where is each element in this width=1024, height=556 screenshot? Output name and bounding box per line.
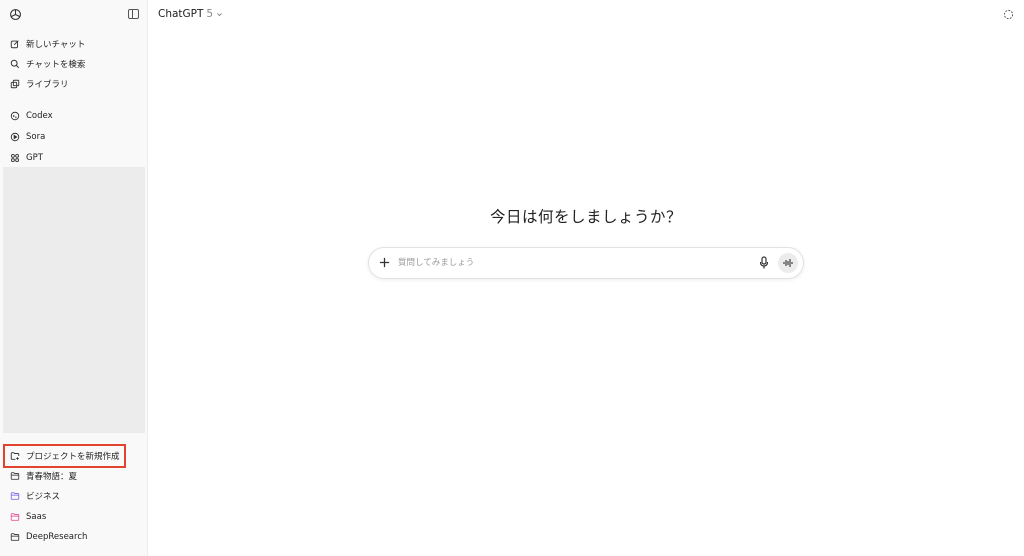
highlight-box bbox=[3, 444, 126, 468]
chevron-down-icon bbox=[217, 12, 223, 16]
app-window: 新しいチャット チャットを検索 ライブラリ Codex Sora GPT プロジ… bbox=[0, 0, 1024, 556]
prompt-input[interactable] bbox=[398, 255, 738, 271]
sidebar-item-new-chat[interactable]: 新しいチャット bbox=[6, 35, 142, 53]
sidebar-item-project[interactable]: DeepResearch bbox=[6, 528, 142, 546]
sidebar-item-label: チャットを検索 bbox=[26, 60, 86, 70]
openai-logo-icon[interactable] bbox=[9, 8, 22, 21]
sidebar-item-label: Codex bbox=[26, 111, 53, 121]
sidebar-item-gpt[interactable]: GPT bbox=[6, 149, 142, 167]
sidebar-item-project[interactable]: 青春物語：夏 bbox=[6, 467, 142, 485]
sidebar-toggle-icon[interactable] bbox=[128, 9, 139, 19]
sidebar-item-label: Saas bbox=[26, 512, 47, 522]
sidebar-item-label: ライブラリ bbox=[26, 80, 69, 90]
waveform-icon bbox=[783, 259, 793, 267]
sidebar-item-library[interactable]: ライブラリ bbox=[6, 75, 142, 93]
compose-icon bbox=[10, 40, 19, 49]
sidebar-item-label: 新しいチャット bbox=[26, 40, 86, 50]
sidebar-item-project[interactable]: ビジネス bbox=[6, 487, 142, 505]
voice-mode-button[interactable] bbox=[778, 253, 798, 273]
sidebar-item-sora[interactable]: Sora bbox=[6, 128, 142, 146]
sidebar-item-project[interactable]: Saas bbox=[6, 508, 142, 526]
page-title: 今日は何をしましょうか？ bbox=[489, 208, 682, 226]
temporary-chat-icon[interactable] bbox=[1003, 9, 1014, 20]
chat-history-area[interactable] bbox=[3, 167, 145, 433]
sidebar-item-search-chats[interactable]: チャットを検索 bbox=[6, 55, 142, 73]
model-name: ChatGPT bbox=[158, 8, 204, 20]
folder-icon bbox=[10, 533, 20, 541]
model-version: 5 bbox=[206, 8, 214, 20]
folder-icon bbox=[10, 472, 20, 480]
sidebar-header bbox=[0, 0, 148, 30]
sidebar-item-label: GPT bbox=[26, 153, 43, 163]
search-icon bbox=[10, 59, 20, 69]
model-selector[interactable]: ChatGPT 5 bbox=[158, 8, 223, 20]
library-icon bbox=[10, 79, 20, 89]
folder-icon bbox=[10, 492, 20, 500]
codex-icon bbox=[10, 111, 20, 121]
sidebar-item-label: Sora bbox=[26, 132, 46, 142]
sidebar-item-label: 青春物語：夏 bbox=[26, 472, 78, 482]
composer[interactable] bbox=[368, 247, 804, 279]
microphone-icon[interactable] bbox=[759, 256, 769, 269]
sidebar: 新しいチャット チャットを検索 ライブラリ Codex Sora GPT プロジ… bbox=[0, 0, 148, 556]
sidebar-item-label: ビジネス bbox=[26, 492, 61, 502]
plus-icon[interactable] bbox=[379, 257, 390, 268]
folder-icon bbox=[10, 513, 20, 521]
sidebar-item-codex[interactable]: Codex bbox=[6, 107, 142, 125]
sora-icon bbox=[10, 132, 20, 142]
gpt-grid-icon bbox=[11, 154, 20, 162]
sidebar-item-label: DeepResearch bbox=[26, 532, 88, 542]
